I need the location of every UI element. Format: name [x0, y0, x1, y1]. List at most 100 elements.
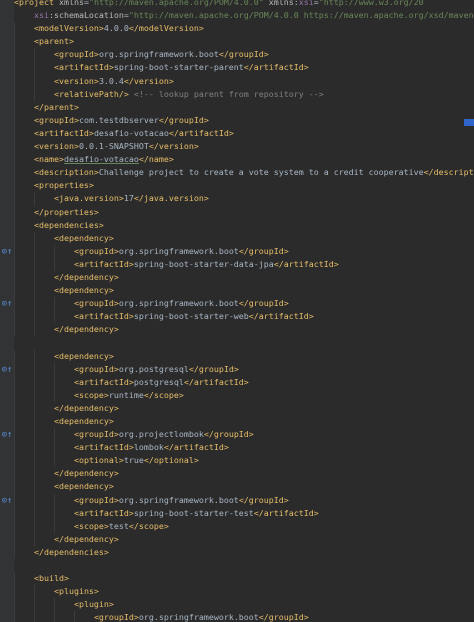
code-line[interactable]: <dependency> — [14, 284, 474, 298]
code-token: </groupId> — [158, 114, 209, 125]
code-line[interactable]: <optional>true</optional> — [14, 454, 474, 468]
code-line[interactable]: <scope>test</scope> — [14, 519, 474, 533]
code-line[interactable]: <dependency> — [14, 231, 474, 245]
indent-guide — [34, 428, 35, 442]
code-line[interactable]: <groupId>org.postgresql</groupId> — [14, 362, 474, 376]
indent-guide — [34, 323, 35, 337]
indent-guide — [14, 441, 15, 455]
code-line[interactable]: <artifactId>spring-boot-starter-test</ar… — [14, 506, 474, 520]
indent-guide — [14, 545, 15, 560]
code-token: <dependency> — [53, 416, 114, 426]
code-line[interactable]: <dependency> — [14, 415, 474, 429]
code-token: <groupId> — [93, 612, 139, 622]
code-line[interactable]: <artifactId>lombok</artifactId> — [14, 441, 474, 455]
indent-guide — [34, 506, 35, 520]
code-line[interactable]: <project xmlns="http://maven.apache.org/… — [14, 0, 474, 9]
code-token: <version> — [33, 141, 79, 152]
code-line[interactable]: <artifactId>spring-boot-starter-web</art… — [14, 310, 474, 324]
code-line[interactable]: </parent> — [14, 100, 474, 114]
indent-guide — [14, 585, 15, 599]
code-line[interactable]: <parent> — [14, 35, 474, 49]
code-line[interactable]: </dependency> — [14, 401, 474, 415]
code-token: <parent> — [33, 36, 74, 47]
run-gutter-icon[interactable]: ⊙↑ — [0, 246, 14, 258]
code-line[interactable]: <build> — [14, 572, 474, 586]
code-line[interactable]: <groupId>org.springframework.boot</group… — [14, 297, 474, 311]
code-line[interactable]: <plugin> — [14, 598, 474, 612]
code-line[interactable] — [14, 559, 474, 572]
code-editor[interactable]: ⊙↑ ⊙↑ ⊙↑ ⊙↑ ⊙↑ <project xmlns="http://maven.… — [0, 0, 474, 622]
code-token: <artifactId> — [73, 376, 134, 387]
code-token: </artifactId> — [183, 376, 249, 387]
vertical-scrollbar[interactable] — [464, 0, 474, 622]
run-gutter-icon[interactable]: ⊙↑ — [0, 364, 14, 376]
indent-guide — [14, 415, 15, 429]
code-line[interactable]: <dependencies> — [14, 218, 474, 232]
code-line[interactable]: <dependency> — [14, 349, 474, 363]
run-gutter-icon[interactable]: ⊙↑ — [0, 429, 14, 441]
code-line[interactable]: <artifactId>desafio-votacao</artifactId> — [14, 126, 474, 141]
code-line[interactable]: <groupId>org.springframework.boot</group… — [14, 48, 474, 62]
code-token: spring-boot-starter-parent — [113, 62, 244, 73]
code-line[interactable]: <relativePath/> <!-- lookup parent from … — [14, 87, 474, 101]
code-line[interactable]: <version>0.0.1-SNAPSHOT</version> — [14, 140, 474, 154]
indent-guide — [14, 454, 15, 468]
code-line[interactable]: xsi:schemaLocation="http://maven.apache.… — [14, 9, 474, 22]
code-token: <groupId> — [73, 429, 119, 440]
code-line[interactable]: <groupId>com.testdbserver</groupId> — [14, 113, 474, 127]
code-line[interactable]: <artifactId>spring-boot-starter-parent</… — [14, 61, 474, 75]
code-line[interactable]: </dependencies> — [14, 545, 474, 560]
code-area[interactable]: <project xmlns="http://maven.apache.org/… — [14, 0, 474, 622]
code-line[interactable]: <artifactId>spring-boot-starter-data-jpa… — [14, 257, 474, 271]
code-token: com.testdbserver — [78, 114, 159, 125]
code-token: 3.0.4 — [98, 75, 124, 86]
code-line[interactable]: <properties> — [14, 179, 474, 193]
code-token: spring-boot-starter-web — [133, 311, 249, 322]
indent-guide — [14, 231, 15, 245]
code-token: </version> — [148, 141, 199, 152]
code-token: <plugin> — [73, 599, 114, 610]
scroll-thumb-marker[interactable] — [464, 119, 474, 126]
code-line[interactable]: </dependency> — [14, 270, 474, 285]
indent-guide — [34, 441, 35, 455]
code-line[interactable]: </dependency> — [14, 467, 474, 481]
run-gutter-icon[interactable]: ⊙↑ — [0, 495, 14, 507]
code-line[interactable]: <modelVersion>4.0.0</modelVersion> — [14, 22, 474, 36]
run-gutter-icon[interactable]: ⊙↑ — [0, 298, 14, 310]
code-line[interactable]: <artifactId>postgresql</artifactId> — [14, 375, 474, 389]
indent-guide — [54, 257, 55, 271]
code-line[interactable]: <scope>runtime</scope> — [14, 388, 474, 402]
code-line[interactable]: <groupId>org.springframework.boot</group… — [14, 244, 474, 258]
code-line[interactable]: <java.version>17</java.version> — [14, 192, 474, 206]
code-token: org.springframework.boot — [98, 49, 219, 60]
code-line[interactable] — [14, 336, 474, 349]
code-line[interactable]: <groupId>org.projectlombok</groupId> — [14, 428, 474, 442]
code-line[interactable]: </properties> — [14, 205, 474, 219]
indent-guide — [14, 126, 15, 141]
indent-guide — [14, 284, 15, 298]
indent-guide — [54, 310, 55, 324]
indent-guide — [54, 428, 55, 442]
code-token: desafio-votacao — [93, 127, 169, 138]
code-line[interactable]: </dependency> — [14, 323, 474, 337]
code-token: <modelVersion> — [33, 23, 104, 34]
code-line[interactable]: <description>Challenge project to create… — [14, 166, 474, 180]
code-line[interactable]: <groupId>org.springframework.boot</group… — [14, 611, 474, 622]
code-token: org.springframework.boot — [118, 494, 239, 505]
code-token: true — [123, 455, 144, 466]
code-line[interactable]: <plugins> — [14, 585, 474, 599]
code-line[interactable]: <dependency> — [14, 480, 474, 494]
indent-guide — [14, 532, 15, 546]
code-line[interactable]: <name>desafio-votacao</name> — [14, 153, 474, 167]
code-line[interactable]: <version>3.0.4</version> — [14, 74, 474, 88]
code-line[interactable]: <groupId>org.springframework.boot</group… — [14, 493, 474, 507]
code-token: <artifactId> — [73, 311, 134, 322]
code-token: org.springframework.boot — [138, 612, 259, 622]
code-line[interactable]: </dependency> — [14, 532, 474, 546]
indent-guide — [34, 270, 35, 285]
